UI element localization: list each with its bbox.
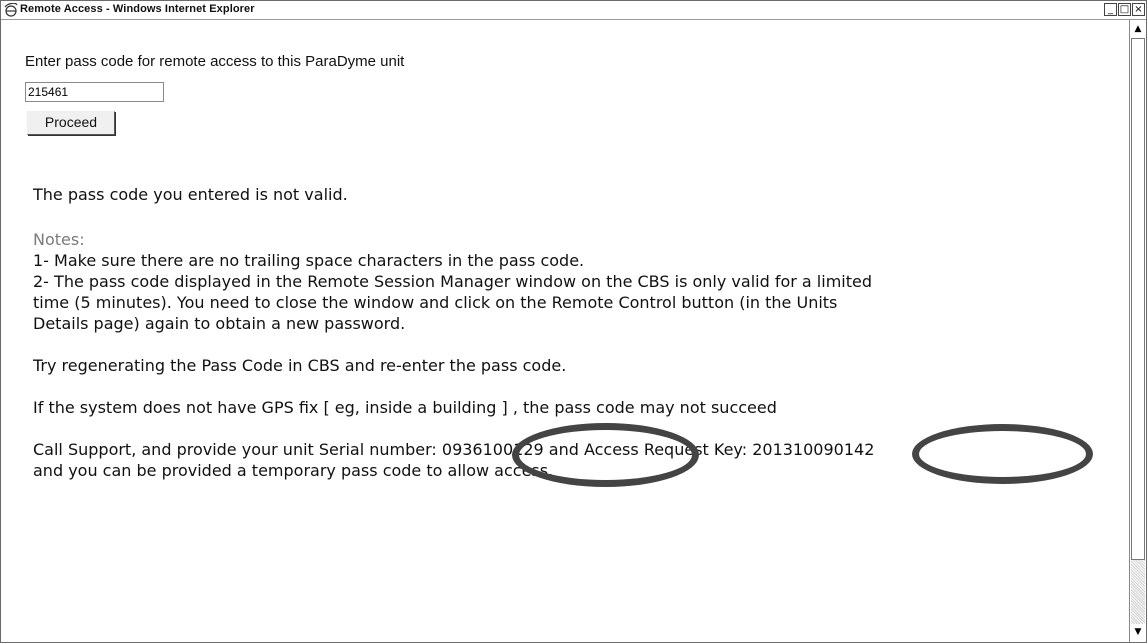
note-1: 1- Make sure there are no trailing space… xyxy=(33,251,585,270)
note-2-line-3: Details page) again to obtain a new pass… xyxy=(33,314,406,333)
notes-label: Notes: xyxy=(33,230,85,249)
close-button[interactable]: × xyxy=(1132,3,1145,16)
support-line-1: Call Support, and provide your unit Seri… xyxy=(33,440,875,459)
retry-message: Try regenerating the Pass Code in CBS an… xyxy=(33,356,567,375)
scroll-up-arrow[interactable]: ▲ xyxy=(1130,21,1146,37)
scroll-down-arrow[interactable]: ▼ xyxy=(1130,624,1146,640)
window-title: Remote Access - Windows Internet Explore… xyxy=(20,3,255,15)
title-bar[interactable]: Remote Access - Windows Internet Explore… xyxy=(1,1,1146,20)
support-line-2: and you can be provided a temporary pass… xyxy=(33,461,554,480)
vertical-scrollbar[interactable]: ▲ ▼ xyxy=(1129,20,1146,642)
note-2-line-2: time (5 minutes). You need to close the … xyxy=(33,293,838,312)
note-2-line-1: 2- The pass code displayed in the Remote… xyxy=(33,272,872,291)
scroll-thumb[interactable] xyxy=(1131,38,1145,560)
ie-icon xyxy=(4,3,18,17)
page-content: Enter pass code for remote access to thi… xyxy=(1,20,1129,642)
proceed-button[interactable]: Proceed xyxy=(27,111,115,135)
minimize-button[interactable]: _ xyxy=(1104,3,1117,16)
invalid-message: The pass code you entered is not valid. xyxy=(33,185,348,204)
serial-number-annotation-circle xyxy=(512,423,699,487)
browser-window: Remote Access - Windows Internet Explore… xyxy=(0,0,1147,643)
passcode-prompt: Enter pass code for remote access to thi… xyxy=(25,53,405,70)
maximize-button[interactable]: □ xyxy=(1118,3,1131,16)
gps-message: If the system does not have GPS fix [ eg… xyxy=(33,398,777,417)
scroll-track[interactable] xyxy=(1131,560,1145,624)
request-key-annotation-circle xyxy=(912,424,1093,484)
passcode-input[interactable] xyxy=(25,82,164,102)
